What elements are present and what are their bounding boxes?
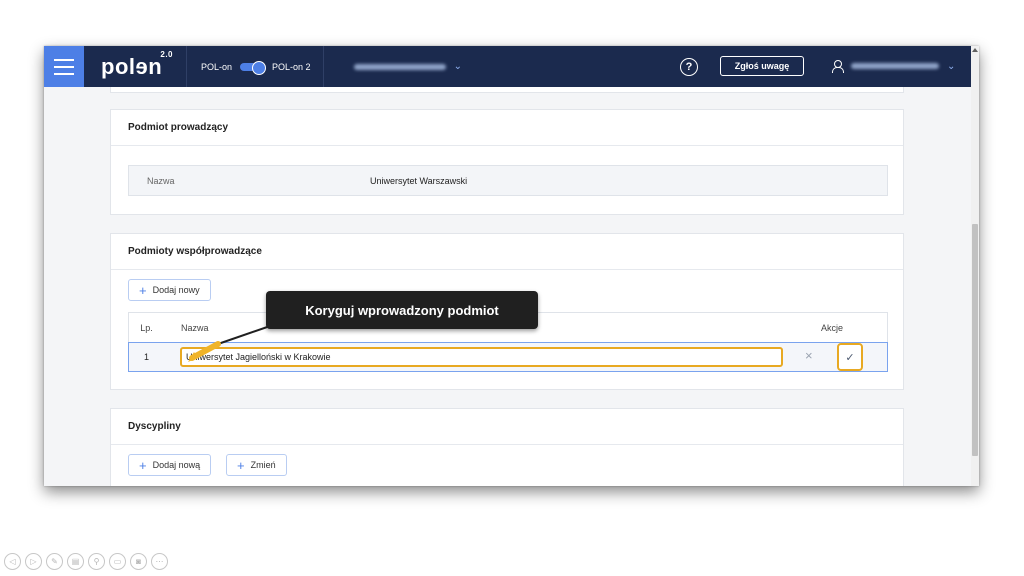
column-lp: Lp. [140, 322, 153, 333]
env-toggle[interactable] [240, 60, 267, 75]
environment-switch: POL-on POL-on 2 [201, 46, 324, 87]
scroll-thumb[interactable] [972, 224, 978, 456]
column-actions: Akcje [821, 322, 844, 333]
logo-version: 2.0 [160, 49, 173, 59]
logo-text: polɘn [101, 53, 163, 79]
top-bar: polɘn 2.0 POL-on POL-on 2 ⌄ ? Zgłoś uwagę… [44, 46, 971, 87]
vertical-scrollbar[interactable] [971, 46, 979, 486]
main-unit-value: Uniwersytet Warszawski [370, 175, 468, 186]
institution-name-blurred [353, 63, 446, 70]
more-icon[interactable]: ⋯ [151, 553, 168, 570]
plus-icon: + [139, 282, 147, 298]
add-co-unit-label: Dodaj nowy [152, 285, 200, 295]
cancel-edit-icon[interactable]: × [805, 348, 813, 363]
institution-select[interactable]: ⌄ [353, 61, 462, 72]
user-icon [831, 60, 844, 73]
main-unit-title: Podmiot prowadzący [111, 110, 903, 146]
next-slide-icon[interactable]: ▷ [25, 553, 42, 570]
previous-card-bottom [110, 87, 904, 93]
help-icon[interactable]: ? [680, 58, 698, 76]
confirm-edit-button[interactable]: ✓ [837, 343, 863, 371]
chevron-down-icon: ⌄ [453, 61, 462, 72]
main-unit-row: Nazwa Uniwersytet Warszawski [128, 165, 888, 196]
callout-pointer [188, 323, 277, 362]
plus-icon: + [139, 457, 147, 473]
env-left-label: POL-on [201, 61, 233, 72]
main-unit-card: Podmiot prowadzący Nazwa Uniwersytet War… [110, 109, 904, 215]
presentation-toolbar: ◁ ▷ ✎ ▤ ⚲ ▭ ◙ ⋯ [4, 553, 168, 570]
env-right-label: POL-on 2 [272, 61, 311, 72]
scroll-up-arrow-icon[interactable] [972, 48, 978, 52]
main-unit-label: Nazwa [147, 175, 175, 186]
chevron-down-icon: ⌄ [947, 60, 956, 72]
add-discipline-label: Dodaj nową [152, 460, 201, 470]
user-name-blurred [851, 63, 939, 69]
disciplines-card: Dyscypliny + Dodaj nową + Zmień [110, 408, 904, 486]
previous-slide-icon[interactable]: ◁ [4, 553, 21, 570]
co-units-title: Podmioty współprowadzące [111, 234, 903, 270]
report-issue-button[interactable]: Zgłoś uwagę [720, 56, 804, 76]
disciplines-title: Dyscypliny [111, 409, 903, 445]
add-discipline-button[interactable]: + Dodaj nową [128, 454, 212, 476]
pen-icon[interactable]: ✎ [46, 553, 63, 570]
user-menu[interactable]: ⌄ [831, 60, 956, 73]
logo-cell: polɘn 2.0 [84, 46, 187, 87]
plus-icon: + [237, 457, 245, 473]
polon-logo[interactable]: polɘn 2.0 [101, 50, 173, 80]
add-co-unit-button[interactable]: + Dodaj nowy [128, 279, 211, 301]
zoom-icon[interactable]: ⚲ [88, 553, 105, 570]
app-window: polɘn 2.0 POL-on POL-on 2 ⌄ ? Zgłoś uwagę… [44, 46, 979, 486]
subtitles-icon[interactable]: ▭ [109, 553, 126, 570]
row-lp: 1 [143, 352, 149, 362]
hamburger-menu-icon[interactable] [44, 46, 84, 87]
change-discipline-label: Zmień [250, 460, 276, 470]
instruction-callout: Koryguj wprowadzony podmiot [266, 291, 538, 329]
change-discipline-button[interactable]: + Zmień [226, 454, 287, 476]
slides-icon[interactable]: ▤ [67, 553, 84, 570]
camera-icon[interactable]: ◙ [130, 553, 147, 570]
main-content: Podmiot prowadzący Nazwa Uniwersytet War… [44, 87, 971, 486]
